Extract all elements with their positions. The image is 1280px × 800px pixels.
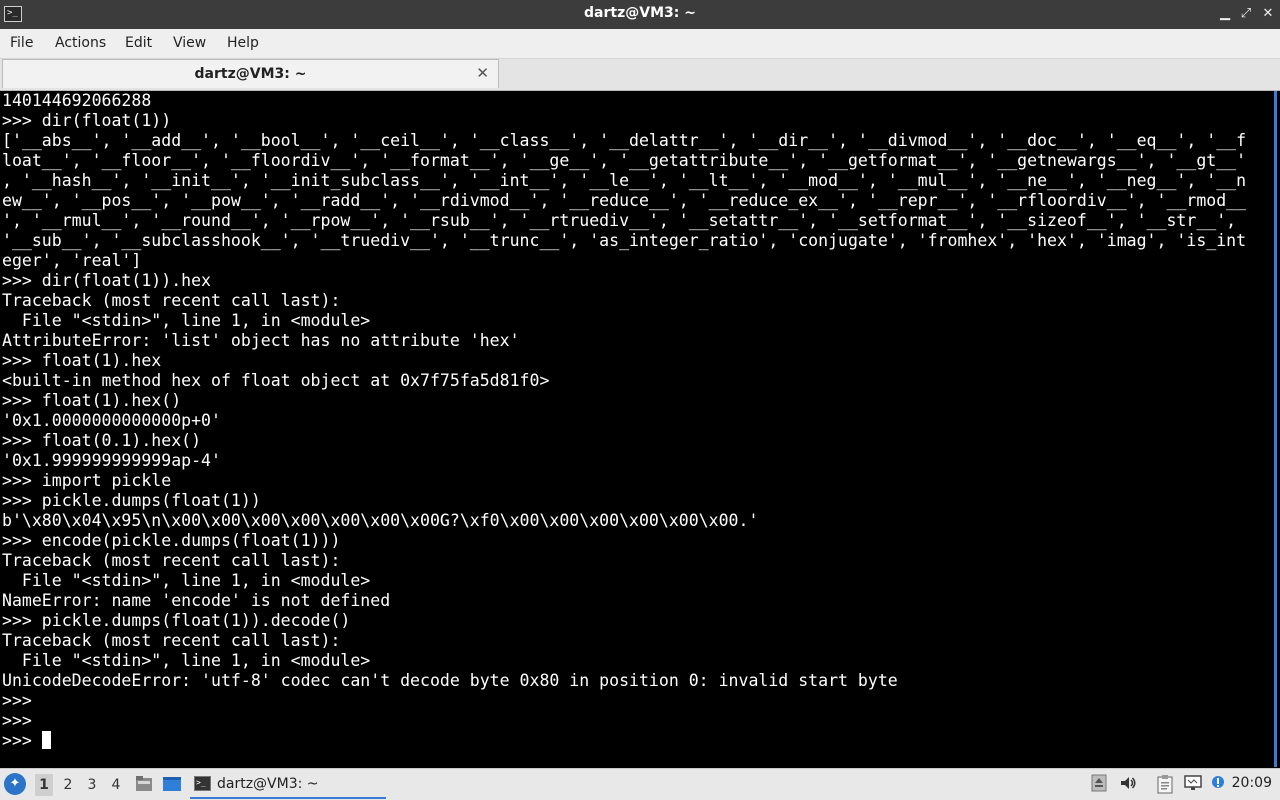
tab-close-icon[interactable]: ✕ <box>476 64 489 82</box>
terminal-line: >>> float(0.1).hex() <box>2 431 202 450</box>
menu-help[interactable]: Help <box>227 35 259 51</box>
terminal-line: >>> float(1).hex() <box>2 391 182 410</box>
terminal-line: >>> <box>2 711 32 730</box>
terminal-line: >>> pickle.dumps(float(1)) <box>2 491 261 510</box>
terminal-line: File "<stdin>", line 1, in <module> <box>2 571 371 590</box>
window-titlebar[interactable]: >_ dartz@VM3: ~ ▁ ⤢ ✕ <box>0 0 1280 29</box>
terminal-line: loat__', '__floor__', '__floordiv__', '_… <box>2 151 1247 170</box>
workspace-1[interactable]: 1 <box>35 774 53 796</box>
terminal-line: >>> dir(float(1)).hex <box>2 271 212 290</box>
update-icon[interactable] <box>1090 774 1108 794</box>
terminal-line: 140144692066288 <box>2 91 152 110</box>
terminal-prompt: >>> <box>2 731 42 750</box>
menu-edit[interactable]: Edit <box>125 35 152 51</box>
terminal-output[interactable]: 140144692066288 >>> dir(float(1)) ['__abs_… <box>0 91 1277 767</box>
clock[interactable]: 20:09 <box>1232 775 1272 791</box>
workspace-3[interactable]: 3 <box>83 774 101 796</box>
tab-bar: dartz@VM3: ~ ✕ <box>0 59 1280 91</box>
menu-view[interactable]: View <box>173 35 206 51</box>
close-window-button[interactable]: ✕ <box>1259 5 1277 23</box>
terminal-line: b'\x80\x04\x95\n\x00\x00\x00\x00\x00\x00… <box>2 511 759 530</box>
window-title: dartz@VM3: ~ <box>584 5 696 21</box>
maximize-button[interactable]: ⤢ <box>1237 5 1255 23</box>
terminal-line: >>> import pickle <box>2 471 172 490</box>
start-menu-icon[interactable]: ✦ <box>4 773 26 795</box>
terminal-line: AttributeError: 'list' object has no att… <box>2 331 520 350</box>
terminal-icon: >_ <box>194 776 211 791</box>
terminal-line: Traceback (most recent call last): <box>2 631 341 650</box>
terminal-line: >>> dir(float(1)) <box>2 111 172 130</box>
terminal-line: >>> float(1).hex <box>2 351 162 370</box>
terminal-line: '0x1.999999999999ap-4' <box>2 451 221 470</box>
terminal-cursor <box>41 731 51 749</box>
terminal-line: '__sub__', '__subclasshook__', '__truedi… <box>2 231 1247 250</box>
terminal-line: >>> pickle.dumps(float(1)).decode() <box>2 611 351 630</box>
terminal-line: eger', 'real'] <box>2 251 142 270</box>
terminal-line: Traceback (most recent call last): <box>2 551 341 570</box>
notification-icon[interactable] <box>1209 774 1227 794</box>
terminal-line: ew__', '__pos__', '__pow__', '__radd__',… <box>2 191 1247 210</box>
tab-label: dartz@VM3: ~ <box>194 66 307 82</box>
terminal-line: <built-in method hex of float object at … <box>2 371 550 390</box>
terminal-line: >>> <box>2 691 32 710</box>
menu-bar: File Actions Edit View Help <box>0 29 1280 59</box>
terminal-line: ', '__rmul__', '__round__', '__rpow__', … <box>2 211 1237 230</box>
terminal-line: '0x1.0000000000000p+0' <box>2 411 221 430</box>
terminal-line: NameError: name 'encode' is not defined <box>2 591 391 610</box>
clipboard-icon[interactable] <box>1155 774 1175 794</box>
minimize-button[interactable]: ▁ <box>1216 5 1234 23</box>
terminal-line: ['__abs__', '__add__', '__bool__', '__ce… <box>2 131 1247 150</box>
workspace-4[interactable]: 4 <box>107 774 125 796</box>
workspace-2[interactable]: 2 <box>59 774 77 796</box>
network-icon[interactable] <box>1182 774 1204 794</box>
terminal-lines: 140144692066288 >>> dir(float(1)) ['__abs_… <box>0 91 1274 731</box>
terminal-line: File "<stdin>", line 1, in <module> <box>2 651 371 670</box>
terminal-line: File "<stdin>", line 1, in <module> <box>2 311 371 330</box>
desktop-icon[interactable] <box>162 774 182 794</box>
taskbar: ✦ 1 2 3 4 >_ dartz@VM3: ~ 20:09 <box>0 768 1280 800</box>
terminal-line: >>> encode(pickle.dumps(float(1))) <box>2 531 341 550</box>
terminal-line: UnicodeDecodeError: 'utf-8' codec can't … <box>2 671 898 690</box>
file-manager-icon[interactable] <box>134 774 154 794</box>
menu-actions[interactable]: Actions <box>55 35 106 51</box>
terminal-prompt-line[interactable]: >>> <box>0 731 1274 751</box>
tab-terminal[interactable]: dartz@VM3: ~ ✕ <box>2 59 499 88</box>
taskbar-task-label: dartz@VM3: ~ <box>217 776 319 792</box>
volume-icon[interactable] <box>1118 774 1138 794</box>
terminal-line: , '__hash__', '__init__', '__init_subcla… <box>2 171 1247 190</box>
terminal-line: Traceback (most recent call last): <box>2 291 341 310</box>
taskbar-task-terminal[interactable]: >_ dartz@VM3: ~ <box>190 771 386 799</box>
menu-file[interactable]: File <box>10 35 33 51</box>
